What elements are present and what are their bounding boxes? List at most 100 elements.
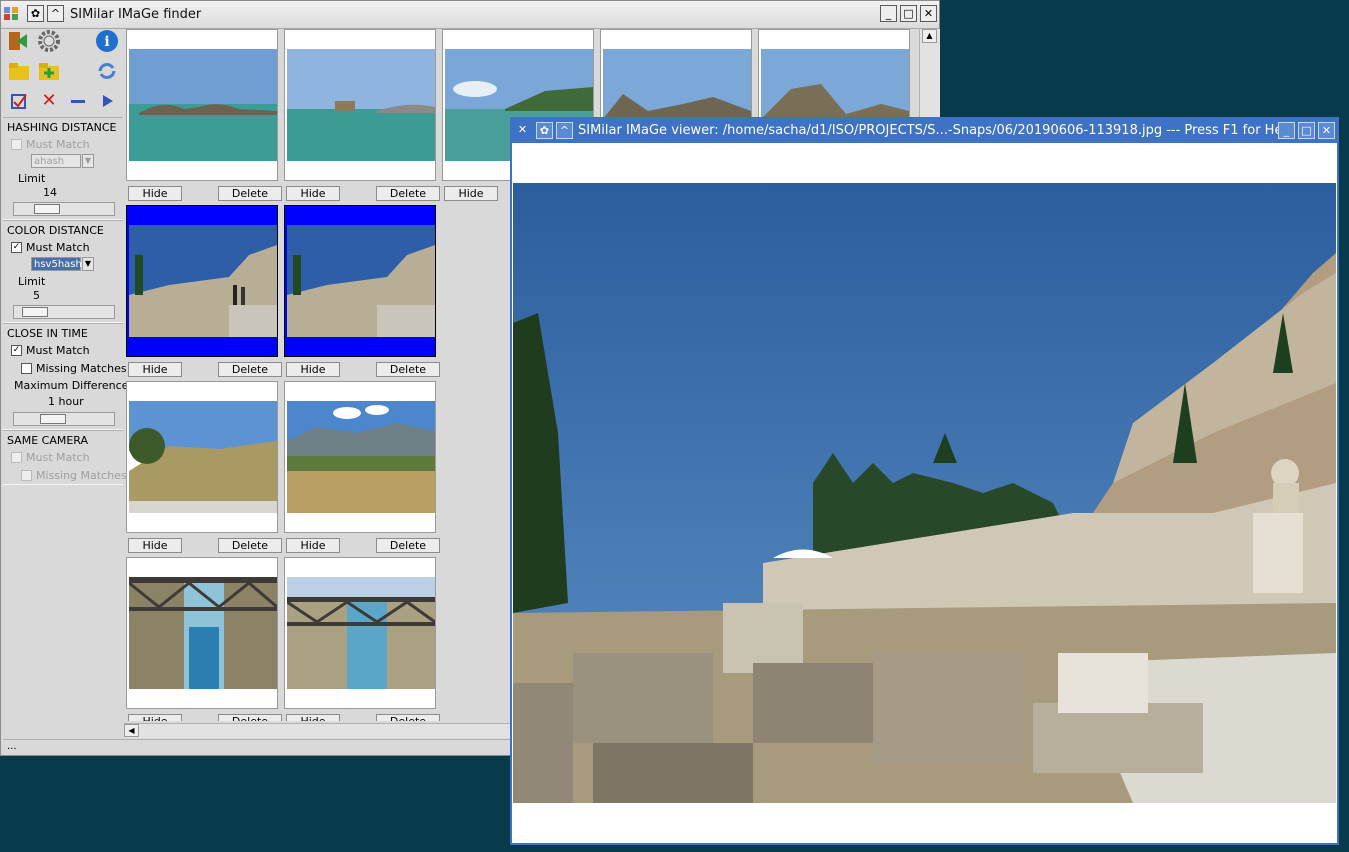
checkbox-box <box>21 362 32 374</box>
color-limit-value: 5 <box>33 289 40 302</box>
checkbox-checked-icon: ✓ <box>11 241 22 253</box>
color-must-match-checkbox[interactable]: ✓ Must Match <box>11 241 90 254</box>
minimize-button[interactable]: _ <box>1278 122 1295 139</box>
finder-titlebar[interactable]: ✿ ^ SIMilar IMaGe finder _ □ ✕ <box>1 1 939 29</box>
minimize-button[interactable]: _ <box>880 5 897 22</box>
camera-missing-matches-label: Missing Matches <box>36 469 127 482</box>
thumbnail[interactable] <box>126 29 278 181</box>
delete-button[interactable]: Delete <box>218 538 282 553</box>
thumbnail[interactable] <box>284 29 436 181</box>
scroll-left-icon[interactable]: ◀ <box>124 724 139 737</box>
hashing-algorithm-select[interactable]: ahash <box>31 154 81 168</box>
time-missing-matches-label: Missing Matches <box>36 362 127 375</box>
chevron-down-icon[interactable]: ▼ <box>82 154 94 168</box>
close-button[interactable]: ✕ <box>1318 122 1335 139</box>
hide-button[interactable]: Hide <box>286 362 340 377</box>
delete-button[interactable]: Delete <box>376 186 440 201</box>
hashing-must-match-label: Must Match <box>26 138 90 151</box>
viewer-app-icon[interactable]: ✕ <box>514 122 531 139</box>
hashing-distance-title: HASHING DISTANCE <box>7 121 117 134</box>
delete-icon[interactable]: ✕ <box>37 89 61 113</box>
exit-icon[interactable] <box>7 29 31 53</box>
delete-button[interactable]: Delete <box>376 538 440 553</box>
delete-button[interactable]: Delete <box>218 186 282 201</box>
thumbnail-selected[interactable] <box>284 205 436 357</box>
hashing-limit-label: Limit <box>18 172 46 185</box>
viewer-titlebar[interactable]: ✕ ✿ ^ SIMilar IMaGe viewer: /home/sacha/… <box>512 119 1337 143</box>
close-in-time-panel: CLOSE IN TIME ✓ Must Match Missing Matche… <box>3 323 128 430</box>
window-menu-icon[interactable]: ✿ <box>27 5 44 22</box>
delete-button[interactable]: Delete <box>218 362 282 377</box>
max-difference-value: 1 hour <box>48 395 84 408</box>
checkbox-box <box>11 451 22 463</box>
hide-button[interactable]: Hide <box>128 186 182 201</box>
hide-button[interactable]: Hide <box>286 714 340 721</box>
delete-button[interactable]: Delete <box>376 362 440 377</box>
shade-icon[interactable]: ^ <box>47 5 64 22</box>
thumbnail[interactable] <box>126 557 278 709</box>
open-folder-icon[interactable] <box>7 59 31 83</box>
minus-icon[interactable] <box>66 89 90 113</box>
color-distance-panel: COLOR DISTANCE ✓ Must Match hsv5hash ▼ Li… <box>3 220 123 323</box>
camera-missing-matches-checkbox[interactable]: Missing Matches <box>21 469 127 482</box>
maximize-button[interactable]: □ <box>900 5 917 22</box>
time-missing-matches-checkbox[interactable]: Missing Matches <box>21 362 127 375</box>
checkbox-box <box>21 469 32 481</box>
sidebar: i ✕ HASHING DISTANCE Must Match ahash ▼ … <box>3 29 128 737</box>
thumbnail[interactable] <box>284 381 436 533</box>
viewer-window: ✕ ✿ ^ SIMilar IMaGe viewer: /home/sacha/… <box>510 117 1339 845</box>
maximize-button[interactable]: □ <box>1298 122 1315 139</box>
slider-handle[interactable] <box>40 414 66 424</box>
close-button[interactable]: ✕ <box>920 5 937 22</box>
color-must-match-label: Must Match <box>26 241 90 254</box>
hashing-limit-value: 14 <box>43 186 57 199</box>
viewer-image[interactable] <box>513 183 1336 803</box>
thumbnail[interactable] <box>126 381 278 533</box>
checkbox-checked-icon: ✓ <box>11 344 22 356</box>
hashing-limit-slider[interactable] <box>13 202 115 216</box>
hide-button[interactable]: Hide <box>286 538 340 553</box>
camera-must-match-checkbox[interactable]: Must Match <box>11 451 90 464</box>
same-camera-title: SAME CAMERA <box>7 434 89 447</box>
photo-canal-bridge <box>287 577 435 689</box>
color-limit-label: Limit <box>18 275 46 288</box>
hide-button[interactable]: Hide <box>128 714 182 721</box>
settings-icon[interactable] <box>37 29 61 53</box>
thumbnail-selected[interactable] <box>126 205 278 357</box>
photo-canal-bridge <box>129 577 277 689</box>
hide-button[interactable]: Hide <box>128 538 182 553</box>
photo-olive-field <box>129 401 277 513</box>
viewer-title: SIMilar IMaGe viewer: /home/sacha/d1/ISO… <box>578 123 1295 138</box>
chevron-down-icon[interactable]: ▼ <box>82 257 94 271</box>
slider-handle[interactable] <box>22 307 48 317</box>
play-icon[interactable] <box>95 89 119 113</box>
photo-sea-island <box>129 49 277 161</box>
scroll-up-icon[interactable]: ▲ <box>922 29 937 43</box>
time-must-match-label: Must Match <box>26 344 90 357</box>
hashing-distance-panel: HASHING DISTANCE Must Match ahash ▼ Limi… <box>3 117 123 220</box>
slider-handle[interactable] <box>34 204 60 214</box>
finder-title: SIMilar IMaGe finder <box>70 7 202 22</box>
color-algorithm-select[interactable]: hsv5hash <box>31 257 82 271</box>
window-menu-icon[interactable]: ✿ <box>536 122 553 139</box>
thumbnail[interactable] <box>284 557 436 709</box>
photo-ruins <box>287 225 435 337</box>
hide-button[interactable]: Hide <box>128 362 182 377</box>
photo-ruins <box>129 225 277 337</box>
refresh-icon[interactable] <box>95 59 119 83</box>
color-limit-slider[interactable] <box>13 305 115 319</box>
delete-button[interactable]: Delete <box>376 714 440 721</box>
hide-button[interactable]: Hide <box>286 186 340 201</box>
time-must-match-checkbox[interactable]: ✓ Must Match <box>11 344 90 357</box>
add-folder-icon[interactable] <box>37 59 61 83</box>
info-icon[interactable]: i <box>95 29 119 53</box>
hashing-must-match-checkbox[interactable]: Must Match <box>11 138 90 151</box>
delete-button[interactable]: Delete <box>218 714 282 721</box>
app-icon[interactable] <box>3 5 20 22</box>
camera-must-match-label: Must Match <box>26 451 90 464</box>
max-difference-slider[interactable] <box>13 412 115 426</box>
hide-button[interactable]: Hide <box>444 186 498 201</box>
shade-icon[interactable]: ^ <box>556 122 573 139</box>
same-camera-panel: SAME CAMERA Must Match Missing Matches <box>3 430 127 485</box>
select-icon[interactable] <box>7 89 31 113</box>
